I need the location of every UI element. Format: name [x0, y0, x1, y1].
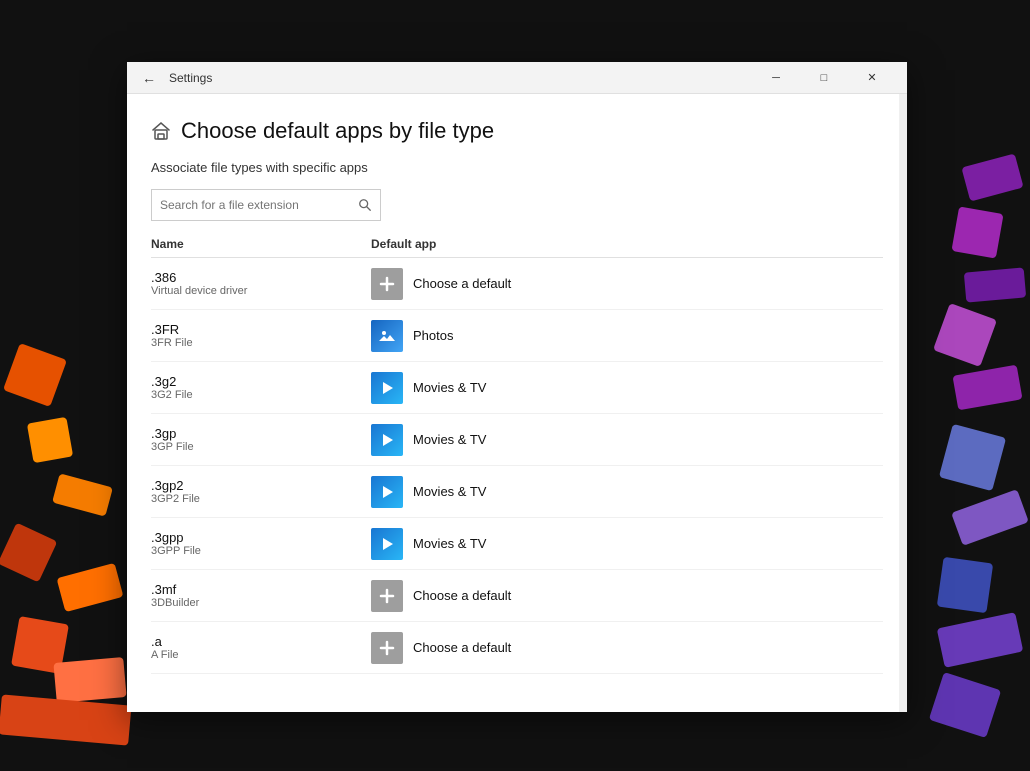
- window-controls: ─ □ ✕: [753, 62, 895, 94]
- table-row[interactable]: .3FR3FR File Photos: [151, 310, 883, 362]
- decor-block: [53, 657, 126, 703]
- ext-desc: 3GP2 File: [151, 493, 371, 505]
- table-row[interactable]: .3gp23GP2 File Movies & TV: [151, 466, 883, 518]
- ext-name: .3gp: [151, 426, 371, 441]
- row-name-col: .3gp23GP2 File: [151, 478, 371, 505]
- home-icon[interactable]: [151, 121, 171, 141]
- app-icon: [371, 268, 403, 300]
- app-name: Movies & TV: [413, 484, 486, 499]
- decor-block: [951, 489, 1029, 546]
- row-app-col[interactable]: Movies & TV: [371, 424, 486, 456]
- back-button[interactable]: ←: [139, 68, 159, 88]
- app-name: Movies & TV: [413, 432, 486, 447]
- app-name: Movies & TV: [413, 536, 486, 551]
- app-name: Choose a default: [413, 588, 511, 603]
- page-subtitle: Associate file types with specific apps: [151, 160, 883, 175]
- ext-desc: 3G2 File: [151, 389, 371, 401]
- ext-name: .3g2: [151, 374, 371, 389]
- decor-block: [0, 694, 131, 745]
- decor-block: [964, 267, 1026, 302]
- app-name: Choose a default: [413, 276, 511, 291]
- ext-desc: A File: [151, 649, 371, 661]
- content-area: Choose default apps by file type Associa…: [127, 94, 907, 712]
- app-icon: [371, 528, 403, 560]
- page-header: Choose default apps by file type: [151, 118, 883, 144]
- row-name-col: .3gp3GP File: [151, 426, 371, 453]
- decor-block: [939, 424, 1006, 491]
- ext-name: .3FR: [151, 322, 371, 337]
- ext-desc: 3GPP File: [151, 545, 371, 557]
- ext-name: .386: [151, 270, 371, 285]
- minimize-button[interactable]: ─: [753, 62, 799, 94]
- app-icon: [371, 424, 403, 456]
- ext-name: .3mf: [151, 582, 371, 597]
- ext-name: .a: [151, 634, 371, 649]
- decor-block: [937, 557, 993, 613]
- search-icon: [358, 198, 372, 212]
- decor-block: [951, 206, 1003, 258]
- table-row[interactable]: .3mf3DBuilder Choose a default: [151, 570, 883, 622]
- app-name: Choose a default: [413, 640, 511, 655]
- app-icon: [371, 580, 403, 612]
- maximize-button[interactable]: □: [801, 62, 847, 94]
- table-row[interactable]: .386Virtual device driver Choose a defaul…: [151, 258, 883, 310]
- table-header: Name Default app: [151, 237, 883, 258]
- app-icon: [371, 476, 403, 508]
- column-app-header: Default app: [371, 237, 436, 251]
- row-name-col: .3mf3DBuilder: [151, 582, 371, 609]
- decor-block: [3, 343, 67, 407]
- decor-block: [56, 563, 123, 612]
- search-input[interactable]: [160, 198, 358, 212]
- row-app-col[interactable]: Choose a default: [371, 632, 511, 664]
- decor-block: [52, 473, 113, 516]
- decor-block: [937, 612, 1024, 668]
- row-app-col[interactable]: Photos: [371, 320, 453, 352]
- table-row[interactable]: .3g23G2 File Movies & TV: [151, 362, 883, 414]
- page-title: Choose default apps by file type: [181, 118, 494, 144]
- row-app-col[interactable]: Choose a default: [371, 268, 511, 300]
- ext-desc: Virtual device driver: [151, 285, 371, 297]
- row-name-col: .386Virtual device driver: [151, 270, 371, 297]
- search-box[interactable]: [151, 189, 381, 221]
- row-app-col[interactable]: Movies & TV: [371, 528, 486, 560]
- decor-block: [933, 303, 997, 367]
- file-type-list: .386Virtual device driver Choose a defaul…: [151, 258, 883, 712]
- table-row[interactable]: .3gp3GP File Movies & TV: [151, 414, 883, 466]
- column-name-header: Name: [151, 237, 371, 251]
- app-icon: [371, 372, 403, 404]
- row-app-col[interactable]: Movies & TV: [371, 372, 486, 404]
- row-name-col: .aA File: [151, 634, 371, 661]
- row-app-col[interactable]: Choose a default: [371, 580, 511, 612]
- row-app-col[interactable]: Movies & TV: [371, 476, 486, 508]
- decor-block: [0, 523, 57, 583]
- decor-block: [929, 672, 1002, 738]
- decor-block: [961, 153, 1023, 201]
- row-name-col: .3gpp3GPP File: [151, 530, 371, 557]
- table-row[interactable]: .aA File Choose a default: [151, 622, 883, 674]
- app-icon: [371, 632, 403, 664]
- decor-block: [27, 417, 73, 463]
- app-name: Movies & TV: [413, 380, 486, 395]
- ext-desc: 3DBuilder: [151, 597, 371, 609]
- ext-name: .3gp2: [151, 478, 371, 493]
- app-icon: [371, 320, 403, 352]
- close-button[interactable]: ✕: [849, 62, 895, 94]
- row-name-col: .3g23G2 File: [151, 374, 371, 401]
- ext-desc: 3FR File: [151, 337, 371, 349]
- title-bar: ← Settings ─ □ ✕: [127, 62, 907, 94]
- table-row[interactable]: .3gpp3GPP File Movies & TV: [151, 518, 883, 570]
- ext-name: .3gpp: [151, 530, 371, 545]
- scrollbar[interactable]: [899, 94, 907, 712]
- decor-block: [952, 365, 1022, 411]
- window-title: Settings: [169, 71, 753, 85]
- settings-window: ← Settings ─ □ ✕ Choose default apps by …: [127, 62, 907, 712]
- ext-desc: 3GP File: [151, 441, 371, 453]
- app-name: Photos: [413, 328, 453, 343]
- row-name-col: .3FR3FR File: [151, 322, 371, 349]
